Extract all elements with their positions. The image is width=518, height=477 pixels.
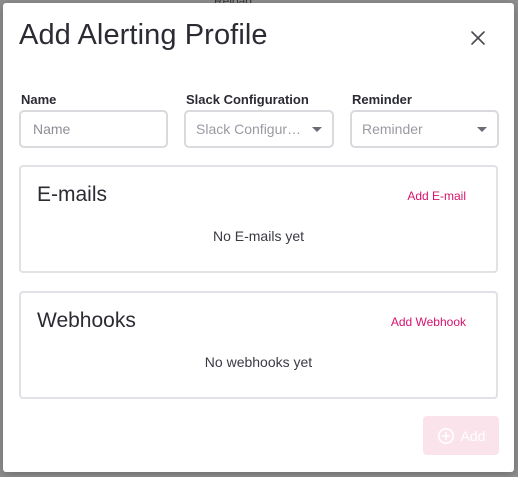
chevron-down-icon bbox=[312, 126, 322, 132]
add-webhook-link[interactable]: Add Webhook bbox=[391, 315, 466, 329]
reminder-label: Reminder bbox=[352, 92, 412, 107]
add-email-link[interactable]: Add E-mail bbox=[407, 189, 466, 203]
emails-section: E-mails Add E-mail No E-mails yet bbox=[19, 165, 498, 273]
reminder-placeholder: Reminder bbox=[362, 121, 423, 137]
slack-configuration-placeholder: Slack Configuration bbox=[196, 121, 304, 137]
close-button[interactable] bbox=[468, 28, 488, 48]
emails-empty-state: No E-mails yet bbox=[212, 228, 305, 244]
close-icon bbox=[471, 31, 485, 45]
name-field[interactable] bbox=[19, 110, 168, 148]
name-label: Name bbox=[21, 92, 57, 107]
dialog-title: Add Alerting Profile bbox=[19, 19, 268, 51]
webhooks-section: Webhooks Add Webhook No webhooks yet bbox=[19, 291, 498, 399]
emails-section-title: E-mails bbox=[37, 183, 108, 206]
chevron-down-icon bbox=[477, 126, 487, 132]
reminder-select[interactable]: Reminder bbox=[350, 110, 499, 148]
webhooks-empty-state: No webhooks yet bbox=[204, 354, 313, 370]
add-button-label: Add bbox=[460, 427, 486, 444]
name-input[interactable] bbox=[31, 121, 156, 137]
add-alerting-profile-dialog: Add Alerting Profile Name Slack Configur… bbox=[3, 3, 514, 472]
add-button[interactable]: Add bbox=[423, 416, 499, 455]
slack-configuration-label: Slack Configuration bbox=[186, 92, 309, 107]
webhooks-section-title: Webhooks bbox=[37, 309, 136, 332]
slack-configuration-select[interactable]: Slack Configuration bbox=[184, 110, 334, 148]
plus-circle-icon bbox=[437, 427, 454, 444]
